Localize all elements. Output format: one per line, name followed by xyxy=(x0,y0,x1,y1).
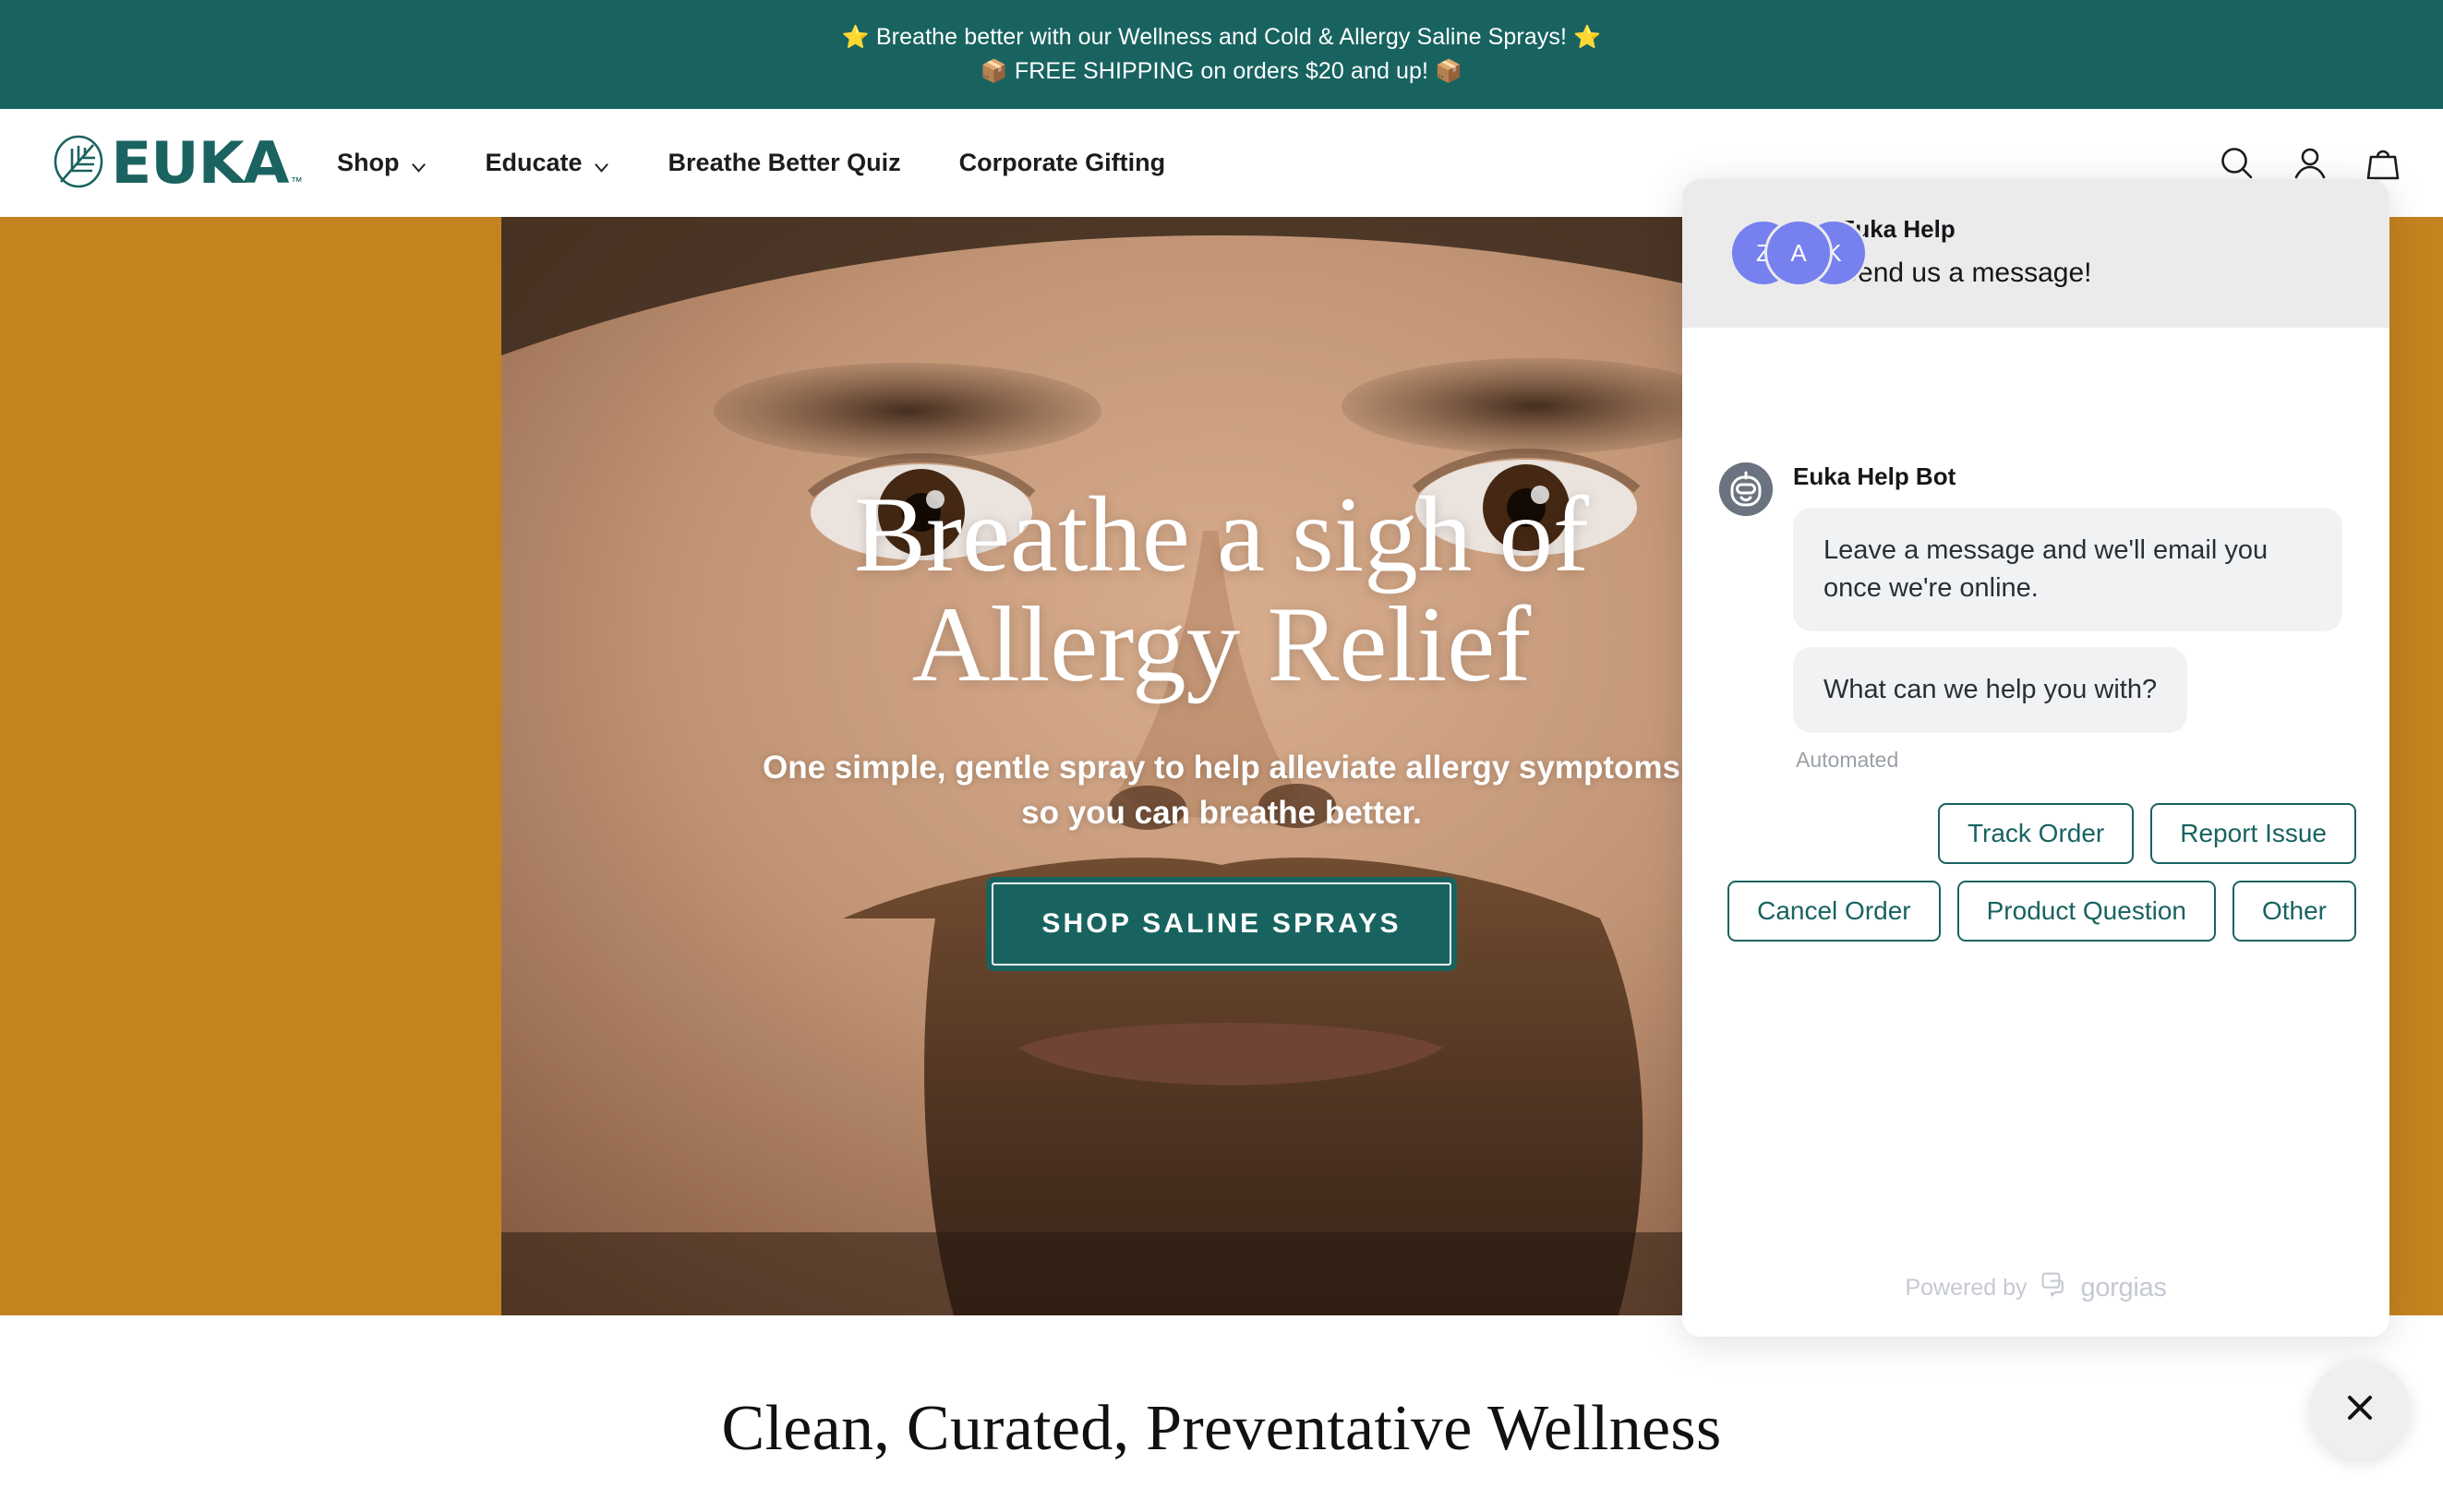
main-nav: Shop Educate Breathe Better Quiz Corpora… xyxy=(337,109,1165,217)
hero-title-line-1: Breathe a sigh of xyxy=(854,475,1589,594)
agent-avatar-group: Z K A xyxy=(1732,222,1865,284)
chevron-down-icon xyxy=(593,154,610,173)
nav-label: Educate xyxy=(485,149,583,176)
euka-leaf-icon xyxy=(48,133,109,194)
logo-wordmark: EUKA xyxy=(111,129,289,197)
chat-close-button[interactable] xyxy=(2310,1360,2410,1459)
hero-subtitle: One simple, gentle spray to help allevia… xyxy=(763,749,1680,832)
nav-item-corporate-gifting[interactable]: Corporate Gifting xyxy=(959,149,1166,177)
bot-name: Euka Help Bot xyxy=(1793,462,1956,491)
close-icon xyxy=(2341,1389,2378,1431)
agent-avatar-a: A xyxy=(1767,222,1830,284)
hero-title: Breathe a sigh of Allergy Relief xyxy=(854,480,1589,701)
section-title: Clean, Curated, Preventative Wellness xyxy=(721,1393,1722,1464)
logo-trademark: ™ xyxy=(290,174,303,188)
search-icon[interactable] xyxy=(2218,144,2256,183)
quick-reply-other[interactable]: Other xyxy=(2232,881,2356,942)
automated-label: Automated xyxy=(1796,748,1899,773)
star-icon: ⭐ xyxy=(1573,25,1602,51)
wellness-section: Clean, Curated, Preventative Wellness xyxy=(0,1315,2443,1512)
bot-message-group: Euka Help Bot Leave a message and we'll … xyxy=(1719,462,2353,773)
hero-title-line-2: Allergy Relief xyxy=(911,585,1532,705)
nav-item-breathe-better-quiz[interactable]: Breathe Better Quiz xyxy=(668,149,901,177)
package-icon: 📦 xyxy=(1435,59,1463,84)
bot-message-bubble: What can we help you with? xyxy=(1793,646,2188,734)
nav-label: Shop xyxy=(337,149,400,176)
nav-item-shop[interactable]: Shop xyxy=(337,149,427,177)
chat-widget: Z K A Euka Help Send us a message! Euka … xyxy=(1682,179,2389,1337)
chat-header: Z K A Euka Help Send us a message! xyxy=(1682,179,2389,329)
package-icon: 📦 xyxy=(980,59,1008,84)
shop-saline-sprays-button[interactable]: SHOP SALINE SPRAYS xyxy=(986,877,1457,972)
nav-label: Breathe Better Quiz xyxy=(668,149,901,176)
nav-item-educate[interactable]: Educate xyxy=(486,149,610,177)
cart-icon[interactable] xyxy=(2364,144,2402,183)
quick-reply-report-issue[interactable]: Report Issue xyxy=(2150,803,2356,865)
powered-by-label: Powered by xyxy=(1905,1274,2028,1301)
bot-avatar-icon xyxy=(1719,462,1773,517)
account-icon[interactable] xyxy=(2291,144,2329,183)
chevron-down-icon xyxy=(410,154,427,173)
gorgias-logo-icon xyxy=(2040,1271,2068,1305)
announcement-line-1: ⭐ Breathe better with our Wellness and C… xyxy=(842,23,1601,52)
quick-reply-cancel-order[interactable]: Cancel Order xyxy=(1727,881,1941,942)
chat-footer: Powered by gorgias xyxy=(1682,1239,2389,1337)
gorgias-wordmark: gorgias xyxy=(2080,1272,2167,1302)
announcement-text-2: FREE SHIPPING on orders $20 and up! xyxy=(1014,58,1429,84)
announcement-bar: ⭐ Breathe better with our Wellness and C… xyxy=(0,0,2443,109)
quick-reply-list: Track Order Report Issue Cancel Order Pr… xyxy=(1719,803,2356,942)
quick-reply-track-order[interactable]: Track Order xyxy=(1937,803,2135,865)
logo[interactable]: EUKA ™ xyxy=(48,133,303,194)
announcement-text-1: Breathe better with our Wellness and Col… xyxy=(875,24,1568,51)
nav-label: Corporate Gifting xyxy=(958,149,1166,176)
announcement-line-2: 📦 FREE SHIPPING on orders $20 and up! 📦 xyxy=(981,57,1462,86)
chat-title: Euka Help xyxy=(1839,215,1956,243)
star-icon: ⭐ xyxy=(841,25,870,51)
bot-message-bubble: Leave a message and we'll email you once… xyxy=(1793,507,2342,631)
quick-reply-product-question[interactable]: Product Question xyxy=(1956,881,2216,942)
chat-subtitle: Send us a message! xyxy=(1839,258,2092,289)
chat-conversation[interactable]: Euka Help Bot Leave a message and we'll … xyxy=(1682,328,2389,1239)
